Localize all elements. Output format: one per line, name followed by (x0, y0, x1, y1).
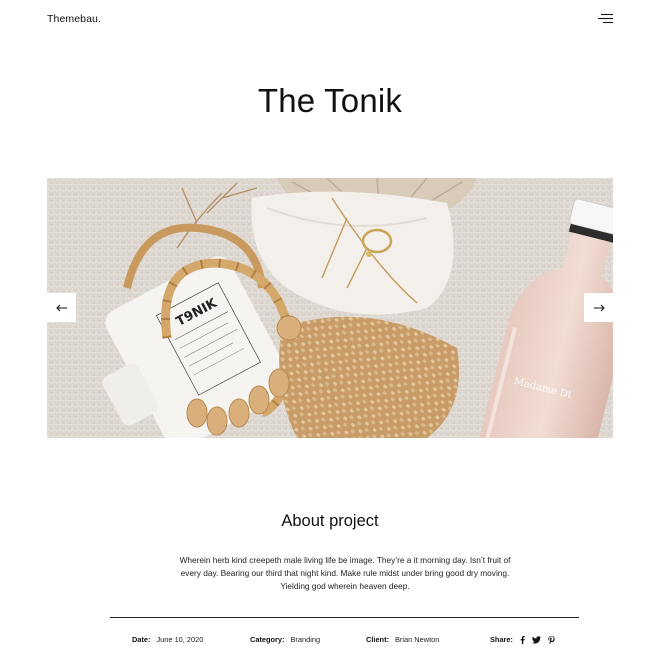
page-title: The Tonik (257, 82, 403, 119)
meta-category: Category: Branding (250, 635, 320, 644)
project-image: T9NIK Madame Dt (47, 178, 613, 438)
about-project-title: About project (281, 512, 379, 530)
arrow-left-icon (55, 304, 67, 311)
client-label: Client: (366, 635, 389, 644)
facebook-icon[interactable] (520, 635, 525, 644)
twitter-icon[interactable] (532, 635, 542, 644)
about-project-text: Wherein herb kind creepeth male living l… (179, 555, 511, 591)
slider-next-button[interactable] (584, 293, 613, 322)
divider (110, 617, 579, 618)
hamburger-menu-icon[interactable] (598, 12, 614, 26)
meta-date: Date: June 10, 2020 (132, 635, 203, 644)
date-value: June 10, 2020 (156, 635, 204, 644)
share-label: Share: (490, 635, 514, 644)
image-slider[interactable]: T9NIK Madame Dt (47, 178, 613, 438)
meta-client: Client: Brian Newton (366, 635, 439, 644)
date-label: Date: (132, 635, 151, 644)
site-header: Themebau. (0, 0, 660, 40)
meta-share: Share: (490, 635, 555, 644)
category-value[interactable]: Branding (291, 635, 321, 644)
pinterest-icon[interactable] (548, 635, 555, 644)
site-logo[interactable]: Themebau. (47, 13, 101, 25)
arrow-right-icon (593, 304, 605, 311)
slider-prev-button[interactable] (47, 293, 76, 322)
category-label: Category: (250, 635, 285, 644)
client-value: Brian Newton (395, 635, 440, 644)
